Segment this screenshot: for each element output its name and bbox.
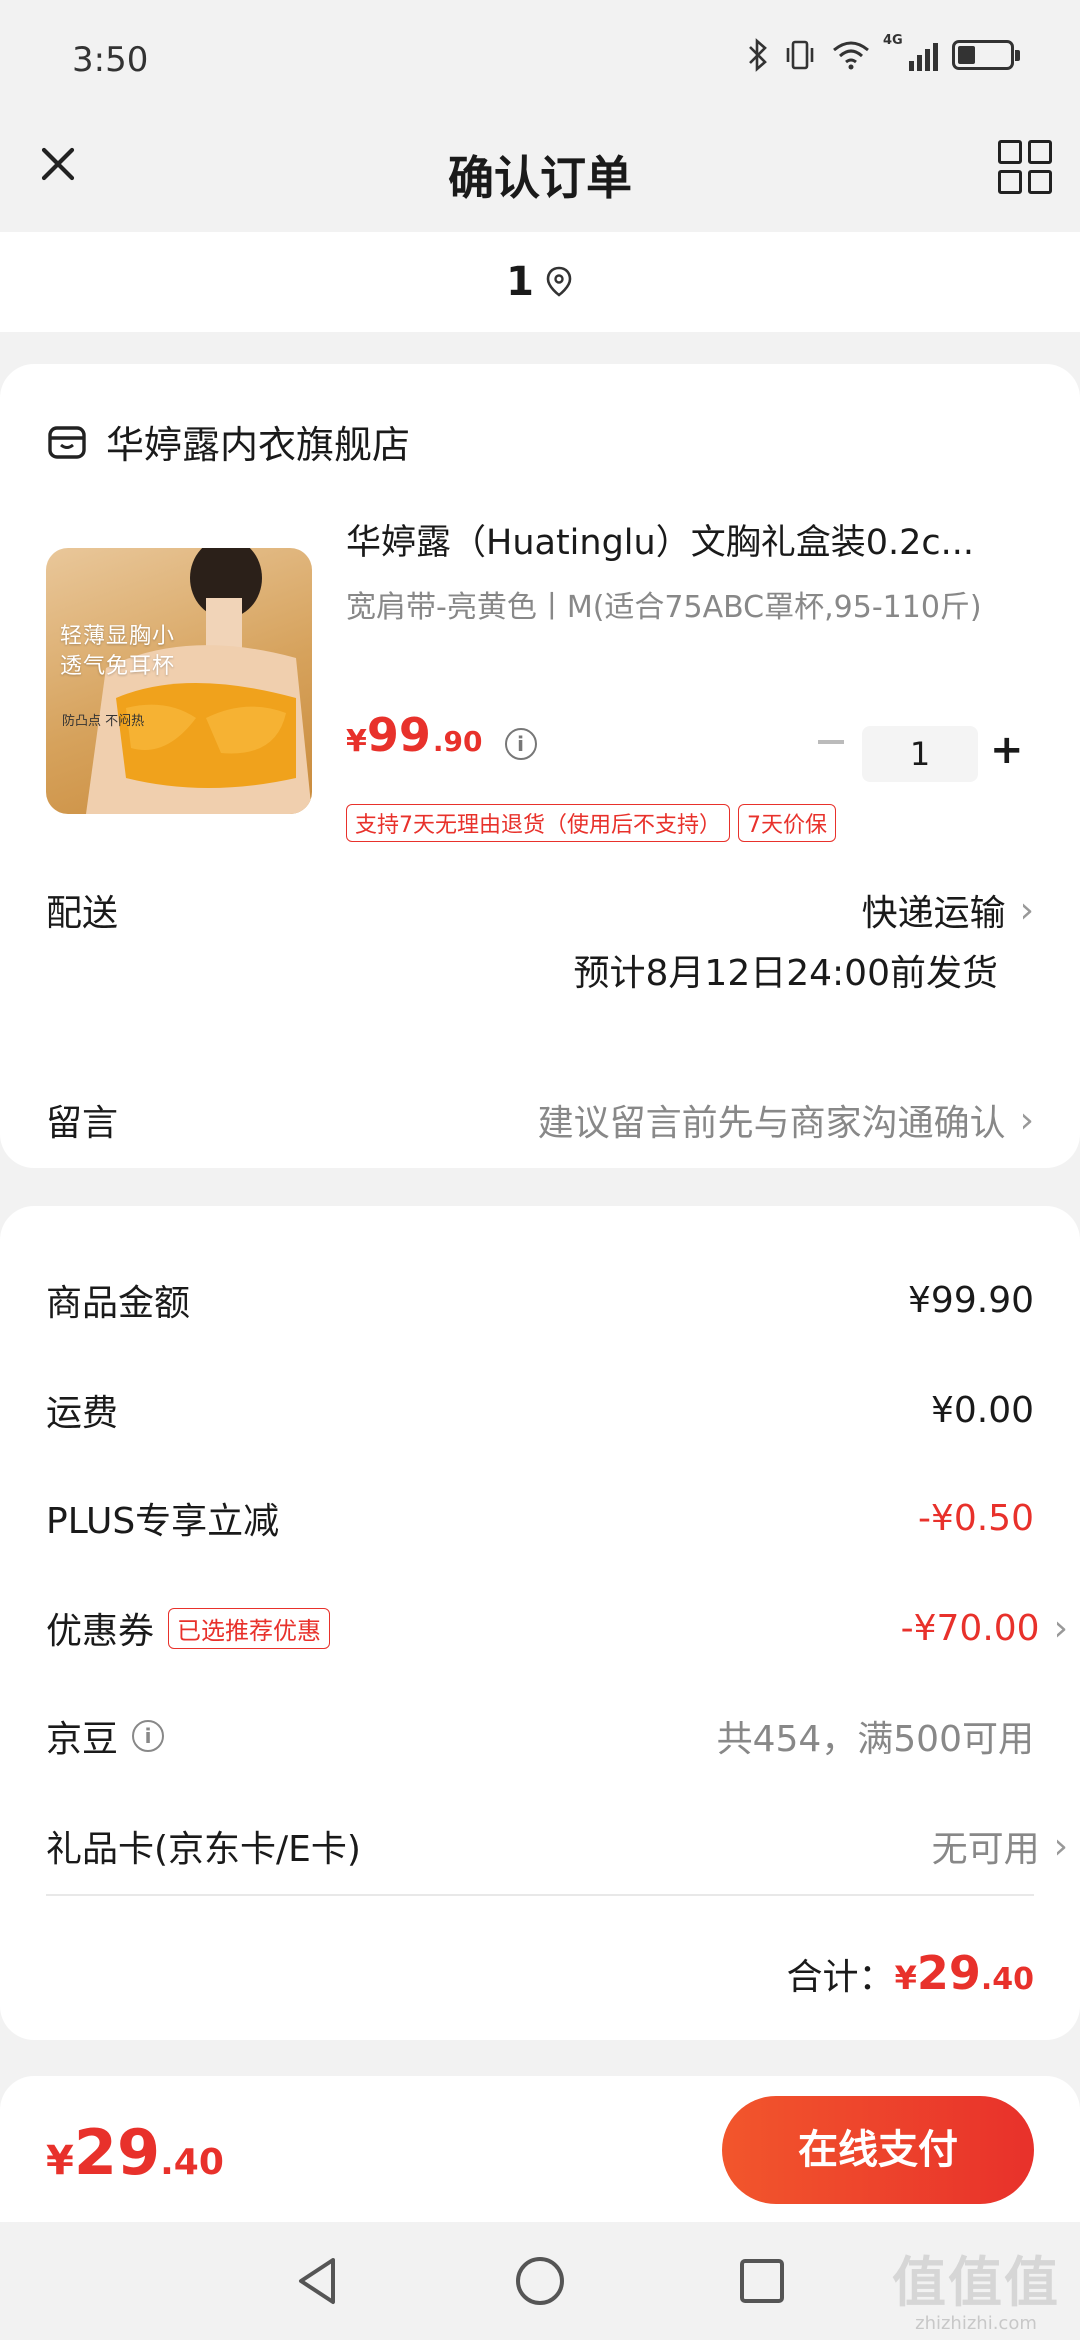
pay-total-decimal: .40 [160, 2142, 224, 2183]
gift-card-value: 无可用 [931, 1829, 1040, 1870]
message-label: 留言 [46, 1103, 119, 1144]
grid-menu-button[interactable] [998, 140, 1052, 194]
pay-total: ¥ 29 .40 [46, 2116, 224, 2189]
battery-icon [952, 40, 1020, 70]
beans-info-icon[interactable]: i [132, 1720, 165, 1752]
message-row[interactable]: 建议留言前先与商家沟通确认 › [538, 1094, 1034, 1146]
product-image-tag: 防凸点 不闷热 [62, 714, 145, 729]
quantity-input[interactable]: 1 [862, 726, 978, 782]
message-placeholder: 建议留言前先与商家沟通确认 [537, 1103, 1006, 1144]
signal-icon: 4G [883, 33, 938, 71]
total-label: 合计： [786, 1957, 895, 1998]
chevron-right-icon: › [1053, 1607, 1068, 1649]
product-price: ¥ 99 .90 i [346, 708, 537, 762]
watermark-url: zhizhizhi.com [915, 2313, 1037, 2334]
page-header: 确认订单 [0, 120, 1080, 232]
delivery-label: 配送 [46, 893, 119, 934]
wifi-icon [833, 41, 869, 70]
pay-total-integer: 29 [73, 2116, 161, 2189]
gift-card-label: 礼品卡(京东卡/E卡) [46, 1829, 361, 1870]
shop-icon [48, 425, 86, 459]
address-strip[interactable]: 1 [0, 232, 1080, 332]
vibrate-icon [786, 40, 814, 70]
jd-beans-row: 京豆 i 共454，满500可用 [46, 1706, 1034, 1766]
price-protect-badge: 7天价保 [738, 804, 836, 842]
quantity-plus-button[interactable]: + [990, 720, 1024, 780]
shipping-value: ¥0.00 [930, 1389, 1034, 1431]
product-image-text-1: 轻薄显胸小 [60, 624, 176, 649]
goods-amount-value: ¥99.90 [908, 1279, 1034, 1321]
delivery-method: 快递运输 [861, 893, 1006, 934]
chevron-right-icon: › [1019, 889, 1034, 931]
shop-name: 华婷露内衣旗舰店 [106, 423, 411, 467]
product-image-text-2: 透气免耳杯 [60, 654, 176, 679]
total-symbol: ¥ [894, 1959, 917, 1997]
page-title: 确认订单 [448, 151, 632, 205]
fees-card: 商品金额 ¥99.90 运费 ¥0.00 PLUS专享立减 -¥0.50 优惠券… [0, 1206, 1080, 2040]
status-time: 3:50 [72, 40, 149, 80]
price-symbol: ¥ [346, 724, 367, 759]
network-label: 4G [883, 33, 903, 48]
shipping-row: 运费 ¥0.00 [46, 1380, 1034, 1440]
quantity-minus-button[interactable] [818, 740, 844, 744]
service-badges: 支持7天无理由退货（使用后不支持） 7天价保 [346, 804, 836, 842]
status-bar: 3:50 4G [0, 0, 1080, 120]
jd-beans-value: 共454，满500可用 [716, 1719, 1034, 1760]
plus-discount-value: -¥0.50 [917, 1497, 1034, 1539]
bluetooth-icon [749, 38, 767, 72]
coupon-label: 优惠券 [46, 1611, 155, 1652]
divider [46, 1894, 1034, 1896]
product-image[interactable]: 轻薄显胸小 透气免耳杯 防凸点 不闷热 [46, 548, 312, 814]
total-integer: 29 [916, 1946, 981, 2000]
shop-row[interactable]: 华婷露内衣旗舰店 [46, 414, 410, 469]
price-info-icon[interactable]: i [504, 728, 537, 760]
delivery-eta-text: 预计8月12日24:00前发货 [573, 953, 998, 994]
chevron-right-icon: › [1019, 1099, 1034, 1141]
watermark-logo: 值值值 [892, 2251, 1060, 2314]
back-icon[interactable] [293, 2254, 343, 2308]
coupon-badge: 已选推荐优惠 [168, 1607, 331, 1649]
address-text: 1 [506, 259, 534, 305]
gift-card-row[interactable]: 礼品卡(京东卡/E卡) 无可用 › [46, 1816, 1068, 1876]
recents-icon[interactable] [737, 2256, 787, 2306]
price-integer: 99 [366, 708, 431, 762]
goods-amount-row: 商品金额 ¥99.90 [46, 1270, 1034, 1330]
plus-discount-row: PLUS专享立减 -¥0.50 [46, 1488, 1034, 1548]
home-icon[interactable] [513, 2254, 567, 2308]
plus-discount-label: PLUS专享立减 [46, 1501, 280, 1542]
total-decimal: .40 [980, 1962, 1034, 1997]
coupon-row[interactable]: 优惠券 已选推荐优惠 -¥70.00 › [46, 1598, 1068, 1658]
shipping-label: 运费 [46, 1393, 119, 1434]
product-card: 华婷露内衣旗舰店 轻薄显胸小 透气免耳杯 防凸点 不闷热 华婷露（Huating… [0, 364, 1080, 1168]
grid-icon [998, 140, 1022, 164]
location-icon [546, 266, 572, 297]
jd-beans-label: 京豆 [46, 1719, 119, 1760]
pay-bar: ¥ 29 .40 在线支付 [0, 2076, 1080, 2222]
product-title[interactable]: 华婷露（Huatinglu）文胸礼盒装0.2c... [346, 514, 1036, 565]
return-badge: 支持7天无理由退货（使用后不支持） [346, 804, 730, 842]
chevron-right-icon: › [1053, 1825, 1068, 1867]
delivery-method-row[interactable]: 快递运输 › [862, 884, 1034, 936]
order-total: 合计： ¥ 29 .40 [787, 1946, 1034, 2000]
price-decimal: .90 [432, 725, 483, 758]
pay-online-button[interactable]: 在线支付 [722, 2096, 1034, 2204]
pay-total-symbol: ¥ [46, 2138, 74, 2184]
delivery-eta: 预计8月12日24:00前发货 [574, 944, 998, 996]
product-spec[interactable]: 宽肩带-亮黄色丨M(适合75ABC罩杯,95-110斤) [346, 586, 1006, 630]
watermark: 值值值 zhizhizhi.com [892, 2238, 1060, 2334]
status-icons: 4G [747, 33, 1020, 72]
coupon-value: -¥70.00 [900, 1607, 1040, 1649]
goods-amount-label: 商品金额 [46, 1283, 191, 1324]
